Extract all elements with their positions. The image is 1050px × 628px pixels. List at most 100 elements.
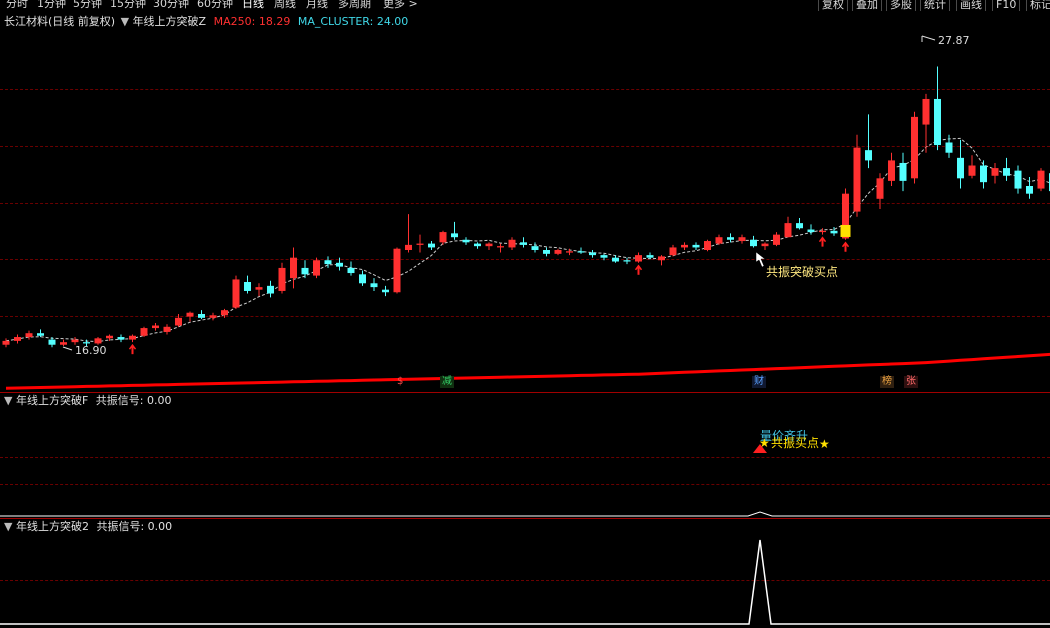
candle[interactable] [152, 322, 159, 331]
candle[interactable] [1014, 165, 1022, 194]
candle[interactable] [715, 234, 723, 245]
candle[interactable] [922, 93, 930, 153]
candle[interactable] [807, 224, 815, 235]
candle[interactable] [888, 152, 895, 186]
candle[interactable] [462, 237, 470, 245]
panel3-chart [0, 539, 1050, 625]
candle[interactable] [968, 155, 976, 179]
candle[interactable] [980, 160, 987, 189]
candle[interactable] [796, 218, 803, 230]
candle[interactable] [14, 334, 21, 344]
candle[interactable] [1003, 157, 1010, 181]
candle[interactable] [244, 275, 251, 294]
candle[interactable] [313, 257, 320, 279]
candle[interactable] [163, 324, 171, 335]
buy-point-text: 共振买点 [771, 436, 819, 450]
candle[interactable] [485, 242, 493, 250]
candle[interactable] [209, 312, 217, 321]
candle[interactable] [750, 235, 757, 248]
candle[interactable] [991, 162, 999, 184]
candle[interactable] [232, 275, 240, 309]
candlestick-chart[interactable]: 27.87 16.90 共振突破买点 [0, 0, 1050, 392]
candle[interactable] [37, 329, 44, 338]
candle[interactable] [508, 237, 516, 250]
candle[interactable] [853, 134, 861, 217]
candle[interactable] [658, 255, 665, 266]
candle[interactable] [566, 248, 573, 256]
candle[interactable] [221, 308, 228, 318]
candle[interactable] [543, 247, 550, 257]
candle[interactable] [60, 339, 67, 346]
candle[interactable] [554, 248, 562, 256]
candle[interactable] [520, 237, 527, 248]
candle[interactable] [1037, 168, 1045, 192]
candle[interactable] [1026, 177, 1033, 199]
candle[interactable] [405, 214, 412, 253]
candle[interactable] [117, 334, 125, 343]
candle[interactable] [451, 221, 458, 240]
candle[interactable] [738, 234, 746, 244]
candle[interactable] [612, 255, 619, 263]
candle[interactable] [267, 280, 274, 298]
candle[interactable] [497, 243, 504, 253]
candle[interactable] [175, 314, 182, 327]
candle[interactable] [704, 239, 711, 252]
candle[interactable] [646, 252, 654, 259]
candle[interactable] [784, 216, 792, 238]
candle[interactable] [531, 242, 539, 253]
buy-arrow-icon [818, 236, 827, 247]
candle[interactable] [255, 283, 263, 297]
candle[interactable] [773, 232, 780, 247]
candle[interactable] [761, 242, 769, 250]
candle[interactable] [370, 278, 378, 291]
candle[interactable] [198, 310, 205, 320]
buy-arrow-icon [128, 343, 137, 355]
candle[interactable] [393, 247, 401, 294]
candle[interactable] [129, 334, 136, 343]
panel2-signal-line [0, 511, 1050, 517]
candle[interactable] [957, 139, 964, 189]
candle[interactable] [359, 270, 366, 286]
candle[interactable] [692, 242, 700, 250]
marker-finance[interactable]: 财 [752, 376, 766, 388]
candle[interactable] [48, 337, 56, 348]
candle[interactable] [681, 242, 688, 250]
candle[interactable] [934, 66, 941, 151]
candle[interactable] [819, 228, 826, 235]
candle[interactable] [428, 241, 435, 250]
candle[interactable] [865, 114, 872, 169]
candle[interactable] [577, 247, 585, 254]
candle[interactable] [382, 285, 389, 297]
marker-reduce[interactable]: 减 [440, 376, 454, 388]
panel3-signal-line [0, 539, 1050, 625]
candle[interactable] [911, 111, 918, 184]
candle[interactable] [336, 257, 343, 271]
low-price-label: 16.90 [75, 344, 107, 357]
candle[interactable] [945, 134, 953, 158]
candle[interactable] [600, 253, 608, 261]
star-icon: ★ [759, 436, 770, 450]
candle[interactable] [347, 261, 355, 276]
candle[interactable] [669, 244, 677, 257]
candle[interactable] [416, 234, 424, 253]
candle[interactable] [140, 326, 148, 338]
candle[interactable] [623, 257, 631, 265]
candle[interactable] [25, 330, 33, 340]
candle[interactable] [876, 173, 884, 210]
marker-ranking[interactable]: 榜 [880, 376, 894, 388]
candle[interactable] [727, 233, 734, 243]
panel2-chart: 量价齐升 ★ 共振买点 ★ [0, 428, 1050, 517]
candle[interactable] [278, 262, 286, 294]
high-price-label: 27.87 [938, 34, 970, 47]
low-pointer-icon [62, 346, 73, 351]
marker-limit-up[interactable]: 张 [904, 376, 918, 388]
candle[interactable] [290, 247, 297, 289]
candle[interactable] [474, 242, 481, 249]
candle[interactable] [186, 311, 194, 322]
signal-box[interactable] [840, 224, 851, 237]
candle[interactable] [589, 250, 596, 258]
candle[interactable] [899, 152, 907, 192]
candle[interactable] [2, 338, 10, 348]
candle[interactable] [635, 252, 642, 263]
marker-dollar[interactable]: $ [395, 376, 405, 388]
